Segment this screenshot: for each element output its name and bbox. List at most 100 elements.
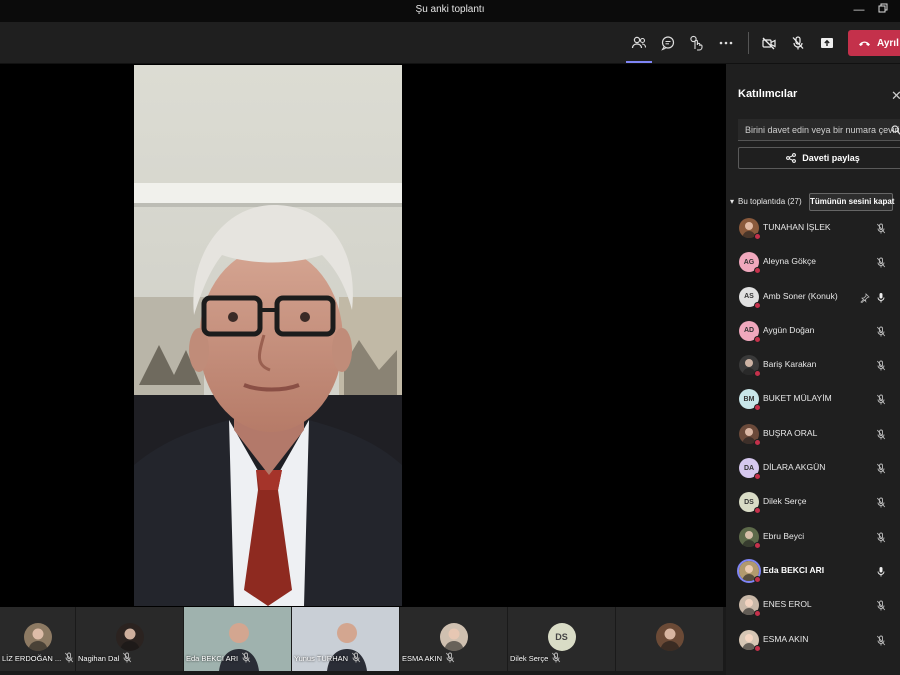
participant-name: Ebru Beyci — [763, 530, 805, 541]
presence-status-icon — [754, 541, 761, 549]
main-speaker-video[interactable] — [134, 65, 402, 606]
mic-muted-icon — [876, 633, 886, 651]
mic-muted-icon — [122, 652, 132, 665]
leave-button[interactable]: Ayrıl — [848, 30, 900, 56]
presence-status-icon — [754, 335, 761, 343]
pane-title: Katılımcılar — [738, 88, 798, 100]
participant-name: TUNAHAN İŞLEK — [763, 222, 831, 232]
mic-muted-icon — [876, 598, 886, 616]
mic-muted-icon — [876, 461, 886, 479]
mic-muted-icon — [876, 324, 886, 342]
camera-off-icon[interactable] — [758, 32, 780, 54]
video-tile[interactable]: Nagihan Dal — [76, 607, 183, 671]
video-tile[interactable]: DS Dilek Serçe — [508, 607, 615, 671]
more-options-icon[interactable] — [715, 32, 737, 54]
participant-row[interactable]: TUNAHAN İŞLEK — [726, 211, 900, 245]
presence-status-icon — [754, 610, 761, 618]
participant-row[interactable]: ENES EROL — [726, 588, 900, 622]
mic-muted-icon — [876, 392, 886, 410]
video-tile-label: Eda BEKCI ARI — [186, 652, 251, 665]
mute-all-button[interactable]: Tümünün sesini kapat — [809, 193, 894, 211]
teams-meeting-window: Şu anki toplantı — Ayrıl Katılımcılar ✕ … — [0, 0, 900, 675]
window-title: Şu anki toplantı — [415, 4, 485, 15]
participant-name: Dilek Serçe — [763, 496, 807, 507]
speaker-video-frame — [134, 65, 402, 606]
video-tile[interactable]: LİZ ERDOĞAN ... — [0, 607, 75, 671]
leave-label: Ayrıl — [877, 37, 899, 49]
chat-icon[interactable] — [657, 32, 679, 54]
video-strip: LİZ ERDOĞAN ... Nagihan Dal Eda BEKCI ARI Y… — [0, 607, 726, 675]
participant-list: TUNAHAN İŞLEK AG Aleyna Gökçe AS Amb Soner (… — [726, 211, 900, 657]
mic-muted-icon — [551, 652, 561, 665]
video-tile[interactable] — [616, 607, 723, 671]
avatar — [115, 623, 144, 651]
restore-icon[interactable] — [872, 2, 894, 20]
hang-up-icon — [859, 41, 870, 46]
participant-name: ESMA AKIN — [763, 633, 809, 644]
video-tile-label: ESMA AKIN — [402, 652, 455, 665]
section-label: Bu toplantıda (27) — [738, 197, 802, 206]
share-icon — [786, 153, 797, 163]
video-tile-name: Eda BEKCI ARI — [186, 654, 239, 663]
mic-muted-icon — [241, 652, 251, 665]
avatar — [23, 623, 52, 651]
participant-row[interactable]: DS Dilek Serçe — [726, 485, 900, 519]
participant-row[interactable]: AS Amb Soner (Konuk) — [726, 280, 900, 314]
video-tile-label: Yunus TURHAN — [294, 652, 361, 665]
participant-name: Aleyna Gökçe — [763, 256, 816, 267]
search-icon[interactable] — [891, 122, 900, 140]
mic-muted-icon — [64, 652, 74, 665]
video-tile-label: LİZ ERDOĞAN ... — [2, 652, 74, 665]
participant-name: ENES EROL — [763, 599, 812, 610]
participant-row[interactable]: AD Aygün Doğan — [726, 314, 900, 348]
presence-status-icon — [754, 507, 761, 515]
participant-row[interactable]: ESMA AKIN — [726, 623, 900, 657]
mic-icon — [876, 564, 886, 582]
mic-muted-icon — [876, 255, 886, 273]
participant-row[interactable]: DA DİLARA AKGÜN — [726, 451, 900, 485]
mic-muted-icon — [876, 530, 886, 548]
video-tile[interactable]: Yunus TURHAN — [292, 607, 399, 671]
video-tile-label: Nagihan Dal — [78, 652, 132, 665]
invite-search-input[interactable]: Birini davet edin veya bir numara çeviri… — [738, 119, 900, 141]
meeting-stage — [0, 64, 726, 607]
presence-status-icon — [754, 438, 761, 446]
participant-row[interactable]: Ebru Beyci — [726, 520, 900, 554]
video-tile-label: Dilek Serçe — [510, 652, 561, 665]
video-tile-name: ESMA AKIN — [402, 654, 443, 663]
share-invite-button[interactable]: Daveti paylaş — [738, 147, 900, 169]
presence-status-icon — [754, 233, 761, 240]
mic-muted-icon — [876, 221, 886, 239]
participants-pane: Katılımcılar ✕ Birini davet edin veya bi… — [726, 64, 900, 675]
toolbar-divider — [748, 32, 749, 54]
mic-muted-icon — [876, 427, 886, 445]
video-tile-name: Dilek Serçe — [510, 654, 549, 663]
participant-name: Aygün Doğan — [763, 324, 815, 335]
share-screen-icon[interactable] — [816, 32, 838, 54]
presence-status-icon — [754, 644, 761, 652]
avatar — [439, 623, 468, 651]
presence-status-icon — [754, 473, 761, 481]
close-icon[interactable]: ✕ — [891, 88, 900, 104]
pin-icon[interactable] — [860, 290, 870, 308]
participant-row[interactable]: BUŞRA ORAL — [726, 417, 900, 451]
participant-row[interactable]: Bariş Karakan — [726, 348, 900, 382]
minimize-icon[interactable]: — — [848, 2, 870, 20]
share-invite-label: Daveti paylaş — [802, 153, 860, 163]
participants-icon[interactable] — [626, 32, 652, 63]
video-tile-name: Nagihan Dal — [78, 654, 120, 663]
video-tile[interactable]: Eda BEKCI ARI — [184, 607, 291, 671]
participant-name: DİLARA AKGÜN — [763, 462, 826, 473]
mic-muted-icon — [876, 495, 886, 513]
reactions-icon[interactable] — [686, 32, 708, 54]
meeting-toolbar: Ayrıl — [0, 22, 900, 64]
participant-name: Amb Soner (Konuk) — [763, 290, 838, 301]
mic-muted-icon[interactable] — [787, 32, 809, 54]
in-meeting-section[interactable]: ▾ Bu toplantıda (27) — [730, 197, 802, 206]
participant-row[interactable]: Eda BEKCI ARI — [726, 554, 900, 588]
avatar: DS — [547, 623, 576, 651]
video-tile-name: Yunus TURHAN — [294, 654, 349, 663]
participant-row[interactable]: BM BUKET MÜLAYİM — [726, 382, 900, 416]
participant-row[interactable]: AG Aleyna Gökçe — [726, 245, 900, 279]
video-tile[interactable]: ESMA AKIN — [400, 607, 507, 671]
